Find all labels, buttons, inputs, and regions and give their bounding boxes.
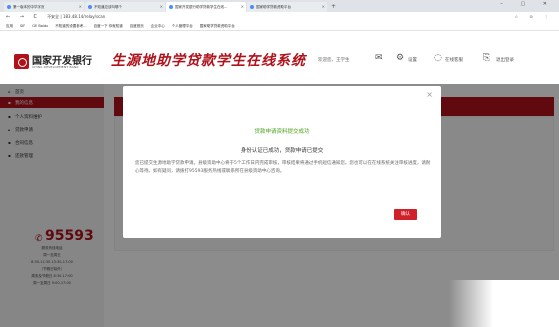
bookmark[interactable]: 应用 <box>6 24 13 29</box>
gear-icon[interactable]: ⚙ <box>396 53 404 63</box>
bookmark[interactable]: 企业中心 <box>151 24 165 29</box>
user-greeting: 欢迎您，王学生 <box>318 58 350 63</box>
close-icon[interactable]: × <box>79 2 82 12</box>
confirm-button[interactable]: 确认 <box>394 209 417 220</box>
bank-name-en: CHINA DEVELOPMENT BANK <box>32 65 79 69</box>
favicon-icon <box>88 5 92 9</box>
dialog-title: 贷款申请资料提交成功 <box>254 129 310 135</box>
window-controls[interactable]: – ▢ ✕ <box>500 1 555 7</box>
bookmark[interactable]: 百度一下 你就知道 <box>94 24 123 29</box>
favicon-icon <box>169 5 173 9</box>
browser-tab-active[interactable]: 国家开发银行助学贷款学生在线... × <box>166 2 246 12</box>
mail-icon[interactable]: ✉ <box>375 53 383 63</box>
close-icon[interactable]: × <box>426 90 433 99</box>
logout-icon[interactable]: ⎘ <box>483 53 490 63</box>
nav-buttons[interactable]: ← → C <box>6 14 41 20</box>
bookmark[interactable]: 个人管理平台 <box>172 24 193 29</box>
bookmark[interactable]: 百度首页 <box>130 24 144 29</box>
settings-link[interactable]: 设置 <box>408 57 417 63</box>
bookmark[interactable]: 不知道的设置参考... <box>55 24 86 29</box>
headset-icon[interactable]: ◌ <box>434 53 442 63</box>
bookmark[interactable]: GE Baidu <box>32 24 48 28</box>
close-icon[interactable]: × <box>241 2 244 12</box>
browser-tools[interactable]: ☆ ⊙ ⋮ <box>515 14 553 19</box>
close-icon[interactable]: × <box>322 2 325 12</box>
browser-tab[interactable]: 不知道应该叫哪个 × <box>85 2 165 12</box>
bank-logo-icon <box>14 54 29 69</box>
app-window: 第一版本的中华字页 × 不知道应该叫哪个 × 国家开发银行助学贷款学生在线... × … <box>0 0 559 327</box>
favicon-icon <box>250 5 254 9</box>
online-help-link[interactable]: 在线客服 <box>445 57 463 63</box>
new-tab-button[interactable]: + <box>331 2 336 12</box>
address-bar: ← → C 不安全 | 183.48.14/relay/scan ☆ ⊙ ⋮ <box>0 12 559 22</box>
dialog-body: 您已提交生源地助学贷款申请。县级资助中心将于5个工作日内完成审核，审核结果将通过… <box>135 161 431 174</box>
corner-fade <box>449 280 559 327</box>
close-icon[interactable]: × <box>160 2 163 12</box>
url-field[interactable]: 不安全 | 183.48.14/relay/scan <box>47 14 559 20</box>
success-dialog: × 贷款申请资料提交成功 身份认证已成功，贷款申请已提交 您已提交生源地助学贷款… <box>123 86 441 238</box>
browser-tab[interactable]: 第一版本的中华字页 × <box>4 2 84 12</box>
dialog-subtitle: 身份认证已成功，贷款申请已提交 <box>240 148 324 154</box>
favicon-icon <box>7 5 11 9</box>
browser-tab[interactable]: 国家助学贷款资助平台 × <box>247 2 327 12</box>
bookmark[interactable]: SIF <box>20 24 25 28</box>
bookmark[interactable]: 国家助学贷款资助平台 <box>200 24 235 29</box>
logout-link[interactable]: 退出登录 <box>496 57 514 63</box>
bookmarks-bar: 应用 SIF GE Baidu 不知道的设置参考... 百度一下 你就知道 百度… <box>0 22 559 31</box>
browser-tab-bar: 第一版本的中华字页 × 不知道应该叫哪个 × 国家开发银行助学贷款学生在线... × … <box>0 0 559 12</box>
site-title: 生源地助学贷款学生在线系统 <box>111 53 306 69</box>
